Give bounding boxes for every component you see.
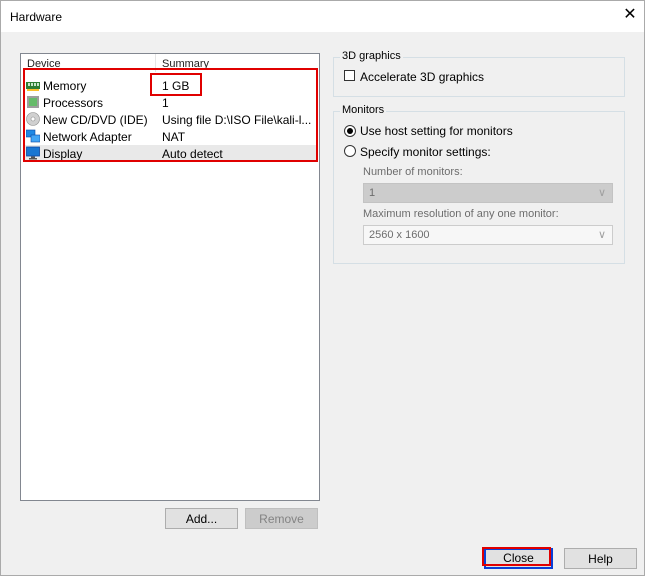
window-title: Hardware — [10, 10, 63, 24]
max-resolution-label: Maximum resolution of any one monitor: — [363, 208, 559, 220]
monitors-group-label: Monitors — [340, 104, 387, 116]
remove-button[interactable]: Remove — [245, 508, 318, 529]
accelerate-3d-label[interactable]: Accelerate 3D graphics — [360, 70, 484, 84]
max-resolution-value: 2560 x 1600 — [369, 229, 430, 241]
host-setting-radio[interactable] — [344, 125, 356, 137]
highlight-box-memory-value — [150, 73, 202, 96]
chevron-down-icon: ∨ — [597, 187, 606, 199]
number-of-monitors-select[interactable]: 1 ∨ — [363, 183, 613, 203]
help-button[interactable]: Help — [564, 548, 637, 569]
number-of-monitors-value: 1 — [369, 187, 376, 199]
title-bar: Hardware ✕ — [0, 0, 645, 32]
close-icon[interactable]: ✕ — [621, 6, 639, 24]
host-setting-label[interactable]: Use host setting for monitors — [360, 124, 513, 138]
graphics-group-label: 3D graphics — [340, 50, 403, 62]
accelerate-3d-checkbox[interactable] — [344, 70, 355, 81]
max-resolution-select[interactable]: 2560 x 1600 ∨ — [363, 225, 613, 245]
add-button[interactable]: Add... — [165, 508, 238, 529]
highlight-box-close — [482, 547, 551, 566]
specify-settings-label[interactable]: Specify monitor settings: — [360, 145, 491, 159]
specify-settings-radio[interactable] — [344, 145, 356, 157]
number-of-monitors-label: Number of monitors: — [363, 166, 463, 178]
chevron-down-icon: ∨ — [597, 229, 606, 241]
